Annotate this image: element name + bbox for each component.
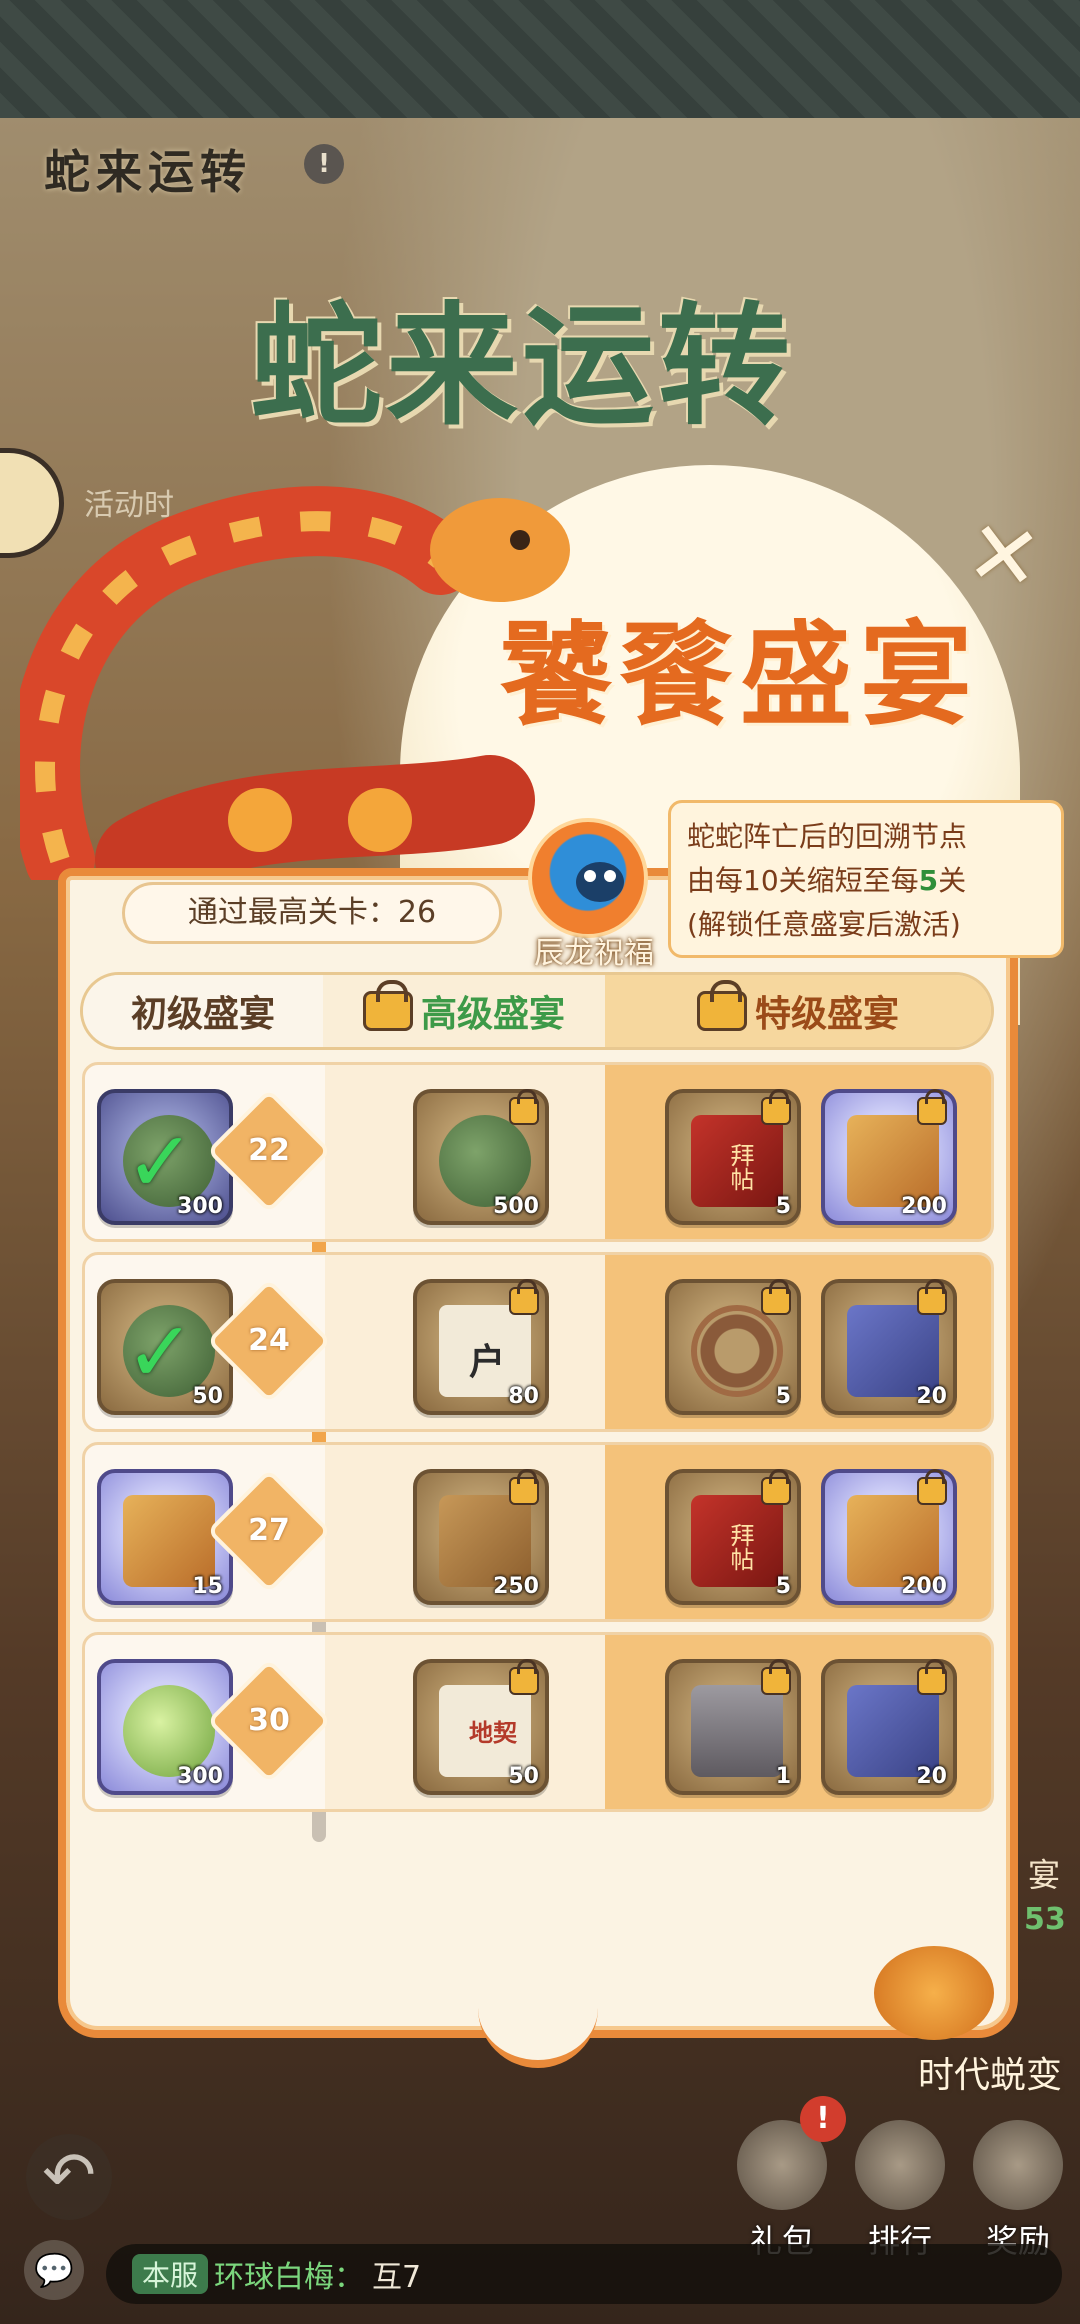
item-count: 15 (192, 1574, 223, 1599)
rope-icon (691, 1305, 783, 1397)
item-count: 300 (177, 1194, 223, 1219)
level-node-label: 22 (248, 1133, 290, 1168)
special-reward-slot[interactable]: 5 (665, 1279, 801, 1415)
lock-icon (761, 1089, 791, 1125)
reward-row: 300 30 地契 50 1 20 (82, 1632, 994, 1812)
special-reward-slot[interactable]: 200 (821, 1089, 957, 1225)
special-reward-slot[interactable]: 200 (821, 1469, 957, 1605)
chat-message: 互7 (372, 2260, 422, 2295)
highest-level-label: 通过最高关卡：26 (122, 882, 502, 944)
banquet-tabs: 初级盛宴 高级盛宴 特级盛宴 (80, 972, 994, 1050)
special-reward-slot[interactable]: 1 (665, 1659, 801, 1795)
advanced-reward-slot[interactable]: 户 80 (413, 1279, 549, 1415)
banquet-title: 饕餮盛宴 (500, 610, 980, 741)
lock-icon (917, 1469, 947, 1505)
lock-icon (761, 1469, 791, 1505)
level-node-label: 24 (248, 1323, 290, 1358)
special-reward-slot[interactable]: 拜帖 5 (665, 1469, 801, 1605)
era-change-label[interactable]: 时代蜕变 (918, 2046, 1062, 2098)
pumpkin-icon (874, 1946, 994, 2040)
tab-basic-label: 初级盛宴 (130, 994, 275, 1035)
chest-icon (691, 1685, 783, 1777)
checkpoint-tip: 蛇蛇阵亡后的回溯节点 由每10关缩短至每5关 (解锁任意盛宴后激活) (668, 800, 1064, 958)
item-count: 50 (508, 1764, 539, 1789)
lock-icon (509, 1469, 539, 1505)
tip-line-2: 由每10关缩短至每5关 (687, 864, 967, 897)
tab-advanced-label: 高级盛宴 (420, 994, 565, 1035)
item-count: 5 (775, 1574, 791, 1599)
side-banquet-label: 宴 (1028, 1856, 1061, 1894)
item-count: 200 (901, 1574, 947, 1599)
chat-icon[interactable]: 💬 (24, 2240, 84, 2300)
advanced-reward-slot[interactable]: 250 (413, 1469, 549, 1605)
tab-special-banquet[interactable]: 特级盛宴 (605, 975, 991, 1047)
tab-advanced-banquet[interactable]: 高级盛宴 (323, 975, 605, 1047)
advanced-reward-slot[interactable]: 地契 50 (413, 1659, 549, 1795)
notification-badge: ! (800, 2096, 846, 2142)
special-reward-slot[interactable]: 20 (821, 1659, 957, 1795)
info-icon[interactable]: ! (304, 144, 344, 184)
ranking-icon (855, 2120, 945, 2210)
tab-basic-banquet[interactable]: 初级盛宴 (83, 975, 323, 1047)
lock-icon (761, 1279, 791, 1315)
event-banner-title: 蛇来运转 (250, 289, 794, 444)
lock-icon (917, 1659, 947, 1695)
reward-row: ✓ 50 24 户 80 5 20 (82, 1252, 994, 1432)
dragon-blessing-icon (528, 818, 648, 938)
reward-row: 15 27 250 拜帖 5 200 (82, 1442, 994, 1622)
item-count: 80 (508, 1384, 539, 1409)
special-reward-slot[interactable]: 拜帖 5 (665, 1089, 801, 1225)
top-pattern-band (0, 0, 1080, 118)
item-count: 200 (901, 1194, 947, 1219)
item-count: 1 (775, 1764, 791, 1789)
special-reward-slot[interactable]: 20 (821, 1279, 957, 1415)
reward-icon (973, 2120, 1063, 2210)
lock-icon (917, 1089, 947, 1125)
lock-icon (917, 1279, 947, 1315)
checkmark-icon: ✓ (125, 1303, 196, 1401)
level-node-label: 27 (248, 1513, 290, 1548)
lock-icon (509, 1659, 539, 1695)
tip-line-1: 蛇蛇阵亡后的回溯节点 (687, 820, 968, 853)
tip-highlight: 5 (918, 864, 939, 897)
item-count: 5 (775, 1384, 791, 1409)
reward-row: ✓ 300 22 500 拜帖 5 200 (82, 1062, 994, 1242)
lock-icon (761, 1659, 791, 1695)
item-count: 300 (177, 1764, 223, 1789)
level-node-label: 30 (248, 1703, 290, 1738)
red-invitation-icon: 拜帖 (691, 1495, 783, 1587)
chat-channel-badge: 本服 (132, 2254, 209, 2294)
page-title: 蛇来运转 (44, 145, 252, 199)
item-count: 20 (916, 1764, 947, 1789)
lock-icon (509, 1279, 539, 1315)
tip-line-3: (解锁任意盛宴后激活) (687, 908, 961, 941)
advanced-reward-slot[interactable]: 500 (413, 1089, 549, 1225)
item-count: 5 (775, 1194, 791, 1219)
side-counter: 53 (1024, 1902, 1066, 1937)
lock-icon (696, 980, 747, 1031)
item-count: 50 (192, 1384, 223, 1409)
tab-special-label: 特级盛宴 (754, 994, 899, 1035)
item-count: 250 (493, 1574, 539, 1599)
item-count: 20 (916, 1384, 947, 1409)
dragon-blessing[interactable]: 辰龙祝福 (520, 818, 670, 971)
lock-icon (362, 980, 413, 1031)
lock-icon (509, 1089, 539, 1125)
chat-bar[interactable]: 本服 环球白梅： 互7 (106, 2244, 1062, 2304)
dragon-face-icon (576, 862, 624, 902)
red-invitation-icon: 拜帖 (691, 1115, 783, 1207)
back-button[interactable]: ↶ (26, 2134, 112, 2220)
dragon-blessing-label: 辰龙祝福 (534, 936, 654, 971)
item-count: 500 (493, 1194, 539, 1219)
chat-sender: 环球白梅： (214, 2260, 365, 2295)
